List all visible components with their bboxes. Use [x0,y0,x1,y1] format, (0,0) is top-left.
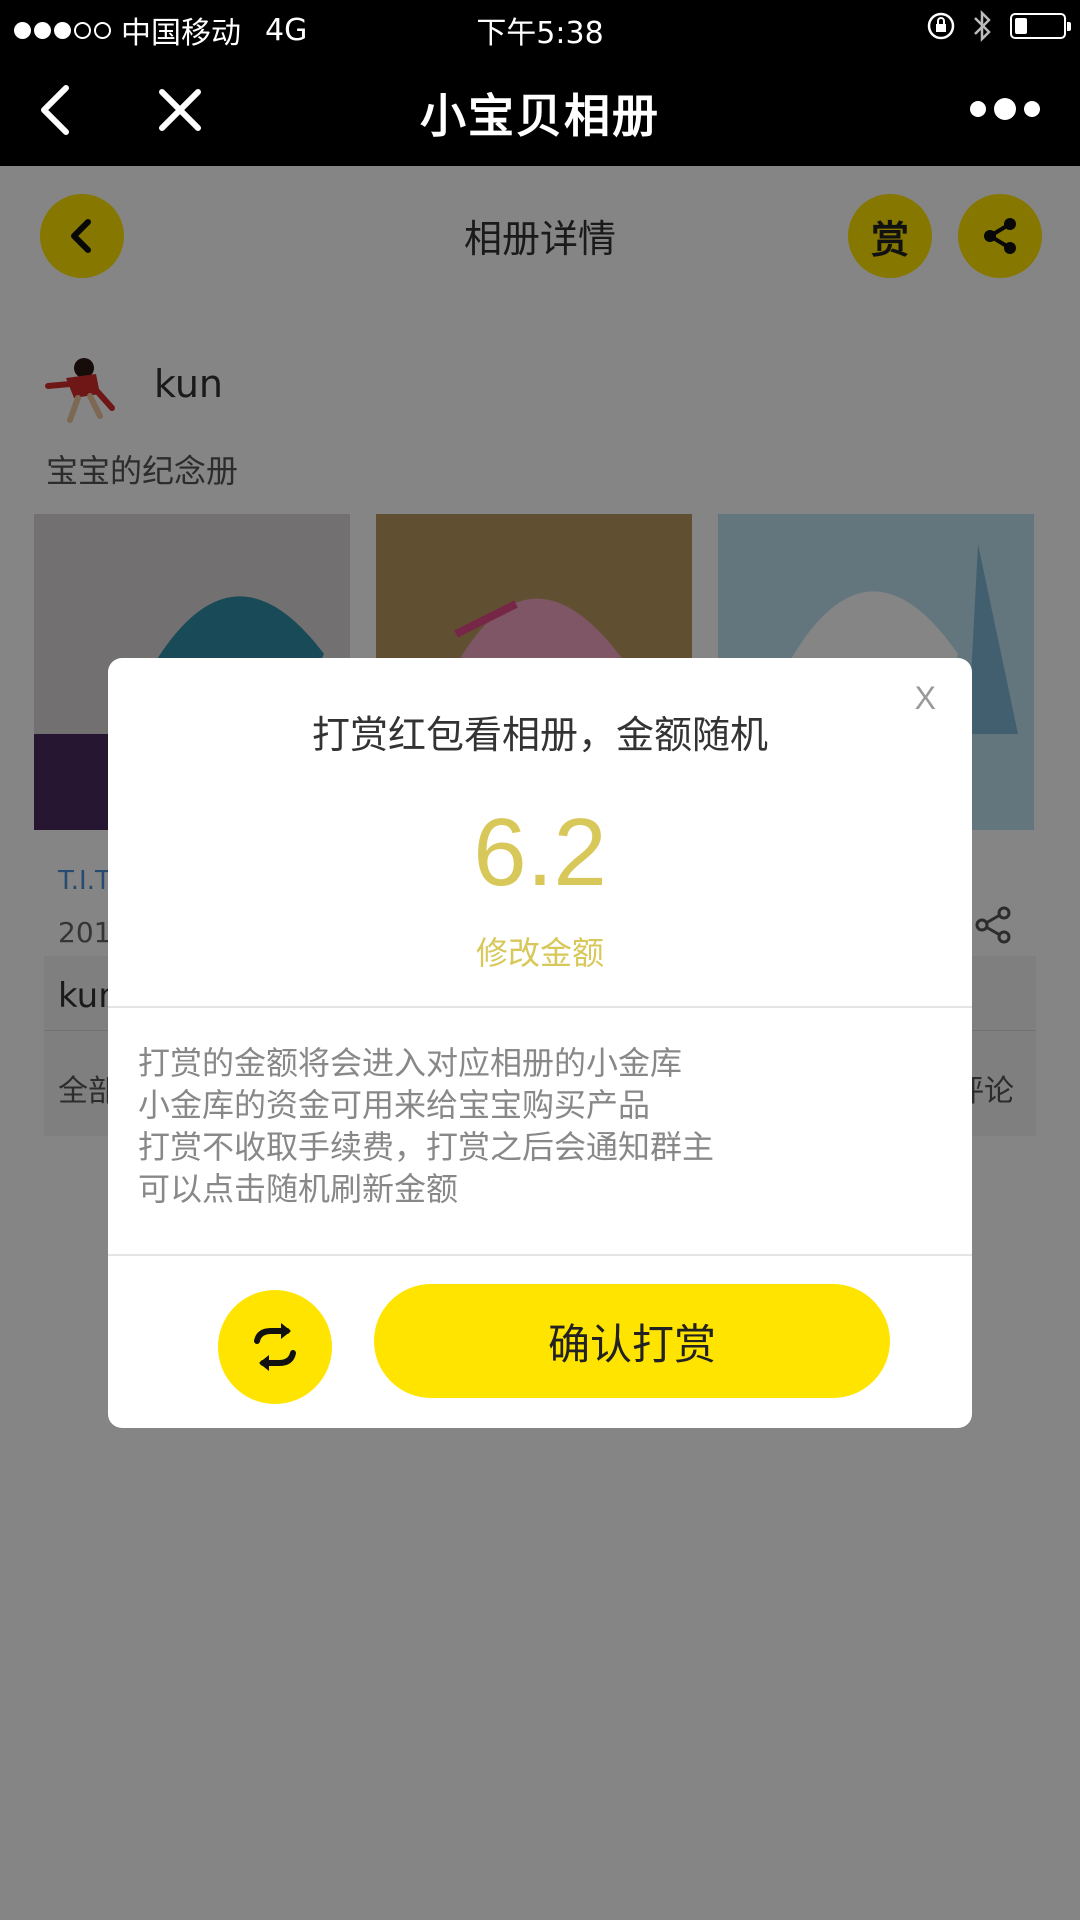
refresh-icon [254,1323,296,1371]
more-dots-icon[interactable] [970,98,1040,120]
orientation-lock-icon [927,12,955,40]
reward-modal: X 打赏红包看相册，金额随机 6.2 修改金额 打赏的金额将会进入对应相册的小金… [108,658,972,1428]
battery-icon [1010,13,1071,39]
nav-bar: 小宝贝相册 [0,54,1080,166]
bluetooth-icon [974,9,991,43]
status-right [926,9,1071,43]
note-line: 小金库的资金可用来给宝宝购买产品 [138,1086,651,1124]
note-line: 可以点击随机刷新金额 [138,1170,459,1208]
confirm-reward-button[interactable]: 确认打赏 [374,1284,890,1398]
status-bar: 中国移动 4G 下午5:38 [0,0,1080,54]
note-line: 打赏不收取手续费，打赏之后会通知群主 [138,1128,715,1166]
divider [108,1006,972,1008]
reward-notes: 打赏的金额将会进入对应相册的小金库 小金库的资金可用来给宝宝购买产品 打赏不收取… [138,1042,714,1210]
refresh-amount-button[interactable] [218,1290,332,1404]
status-time: 下午5:38 [476,16,604,51]
nav-title: 小宝贝相册 [420,89,660,143]
note-line: 打赏的金额将会进入对应相册的小金库 [138,1044,683,1082]
modal-heading: 打赏红包看相册，金额随机 [311,713,768,757]
edit-amount-link[interactable]: 修改金额 [108,928,972,974]
divider [108,1254,972,1256]
reward-amount: 6.2 [473,799,607,906]
